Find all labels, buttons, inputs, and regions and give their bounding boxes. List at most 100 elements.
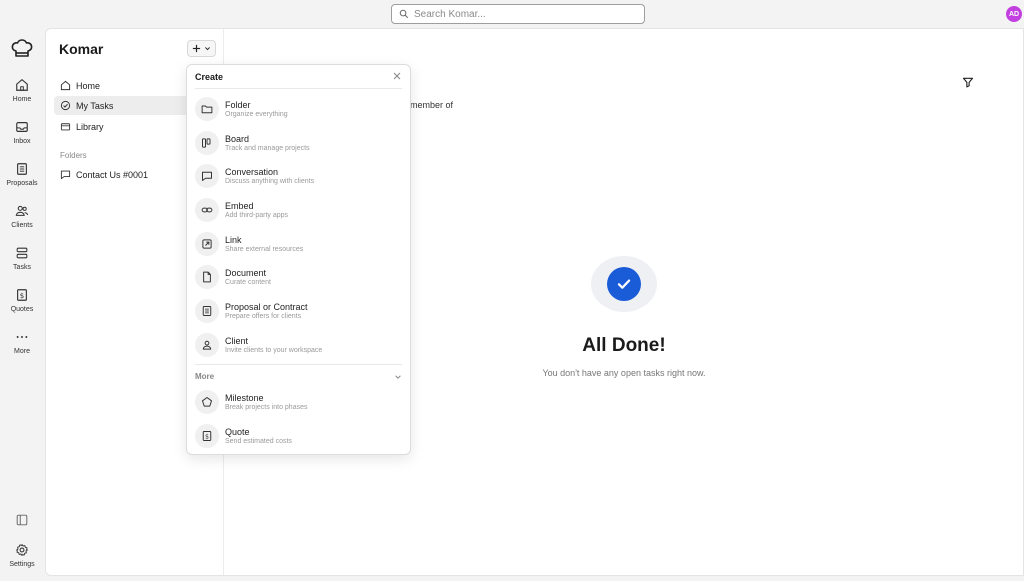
conversation-icon: [202, 171, 212, 181]
empty-state-title: All Done!: [582, 335, 666, 356]
create-item-title: Proposal or Contract: [225, 302, 308, 312]
member-text: member of: [410, 100, 454, 110]
clients-icon: [15, 205, 29, 216]
create-quote-item[interactable]: $ Quote Send estimated costs: [193, 420, 405, 452]
close-icon[interactable]: [392, 71, 402, 81]
create-button[interactable]: [187, 40, 216, 57]
proposal-icon: [17, 163, 27, 175]
quote-dollar-icon: $: [202, 431, 212, 441]
rail-item-clients[interactable]: Clients: [0, 204, 44, 242]
sidebar-toggle-button[interactable]: [0, 513, 44, 533]
home-icon: [16, 79, 28, 91]
chevron-down-icon[interactable]: [394, 373, 402, 381]
rail-item-label: Home: [12, 96, 32, 103]
sidebar-item-label: Contact Us #0001: [76, 169, 149, 180]
create-item-subtitle: Break projects into phases: [225, 404, 308, 411]
pentagon-icon: [202, 397, 212, 407]
folder-icon: [201, 105, 213, 114]
rail-item-label: Clients: [11, 222, 33, 229]
sidebar-item-label: My Tasks: [76, 100, 114, 111]
folders-section-label: Folders: [60, 151, 87, 160]
client-icon: [202, 340, 212, 350]
create-embed-item[interactable]: Embed Add third-party apps: [193, 194, 405, 226]
create-item-subtitle: Organize everything: [225, 111, 288, 118]
rail-item-quotes[interactable]: $ Quotes: [0, 288, 44, 326]
sidebar-item-label: Home: [76, 80, 101, 91]
rail-item-label: Settings: [9, 561, 35, 568]
rail-item-proposals[interactable]: Proposals: [0, 162, 44, 200]
create-item-title: Folder: [225, 100, 251, 110]
create-conversation-item[interactable]: Conversation Discuss anything with client…: [193, 160, 405, 192]
filter-icon[interactable]: [962, 76, 974, 88]
create-item-subtitle: Track and manage projects: [225, 145, 310, 152]
conversation-icon: [60, 170, 71, 180]
create-item-subtitle: Discuss anything with clients: [225, 178, 315, 185]
more-icon: [16, 336, 28, 338]
create-document-item[interactable]: Document Curate content: [193, 261, 405, 293]
proposal-icon: [202, 306, 212, 316]
rail-item-home[interactable]: Home: [0, 78, 44, 116]
avatar[interactable]: AD: [1006, 6, 1022, 22]
svg-text:$: $: [20, 292, 24, 300]
create-item-subtitle: Send estimated costs: [225, 438, 292, 445]
external-link-icon: [202, 239, 212, 249]
left-rail: Home Inbox Proposals Clients Tasks $ Quo…: [0, 28, 44, 581]
create-item-title: Document: [225, 268, 267, 278]
workspace-title: Komar: [59, 41, 104, 57]
search-box[interactable]: [391, 4, 645, 24]
rail-item-settings[interactable]: Settings: [0, 543, 44, 581]
sidebar-item-label: Library: [76, 121, 104, 132]
gear-icon: [16, 544, 28, 556]
more-section-label: More: [195, 372, 215, 381]
quotes-icon: $: [17, 289, 27, 301]
create-item-subtitle: Curate content: [225, 279, 271, 286]
sidebar-toggle-icon: [16, 514, 28, 526]
chevron-down-icon: [205, 47, 210, 51]
plus-icon: [192, 44, 201, 53]
empty-state-subtitle: You don't have any open tasks right now.: [542, 368, 706, 378]
rail-item-label: Tasks: [13, 264, 31, 271]
create-client-item[interactable]: Client Invite clients to your workspace: [193, 329, 405, 361]
all-done-illustration: [591, 256, 657, 312]
home-icon: [60, 80, 71, 91]
document-icon: [203, 271, 211, 283]
create-item-title: Embed: [225, 201, 254, 211]
create-menu-title: Create: [195, 72, 224, 82]
tasks-icon: [16, 247, 28, 259]
create-item-title: Client: [225, 336, 249, 346]
board-icon: [202, 138, 211, 148]
create-menu: Create Folder Organize everything Board Tr…: [186, 64, 411, 455]
rail-item-label: More: [14, 348, 30, 355]
top-bar: AD: [0, 0, 1024, 28]
create-item-title: Conversation: [225, 167, 279, 177]
inbox-icon: [16, 122, 28, 132]
create-milestone-item[interactable]: Milestone Break projects into phases: [193, 386, 405, 418]
create-item-title: Board: [225, 134, 250, 144]
checkmark-icon: [617, 279, 631, 289]
svg-text:$: $: [205, 433, 209, 440]
create-item-title: Link: [225, 235, 242, 245]
chef-hat-logo-icon[interactable]: [10, 36, 34, 60]
create-proposal-item[interactable]: Proposal or Contract Prepare offers for c…: [193, 295, 405, 327]
rail-item-label: Inbox: [13, 138, 31, 145]
create-board-item[interactable]: Board Track and manage projects: [193, 127, 405, 159]
search-input[interactable]: [414, 8, 644, 20]
rail-item-inbox[interactable]: Inbox: [0, 120, 44, 158]
check-circle-icon: [60, 100, 71, 111]
create-item-subtitle: Add third-party apps: [225, 212, 289, 219]
create-item-subtitle: Share external resources: [225, 246, 304, 253]
create-item-subtitle: Prepare offers for clients: [225, 313, 302, 320]
divider: [195, 364, 402, 365]
create-item-subtitle: Invite clients to your workspace: [225, 347, 323, 354]
create-link-item[interactable]: Link Share external resources: [193, 228, 405, 260]
create-item-title: Milestone: [225, 393, 264, 403]
create-folder-item[interactable]: Folder Organize everything: [193, 93, 405, 125]
rail-item-more[interactable]: More: [0, 330, 44, 368]
create-item-title: Quote: [225, 427, 250, 437]
rail-item-label: Proposals: [6, 180, 38, 187]
rail-item-tasks[interactable]: Tasks: [0, 246, 44, 284]
search-icon: [399, 9, 409, 19]
rail-item-label: Quotes: [10, 306, 34, 313]
library-icon: [60, 123, 71, 131]
divider: [195, 88, 402, 89]
